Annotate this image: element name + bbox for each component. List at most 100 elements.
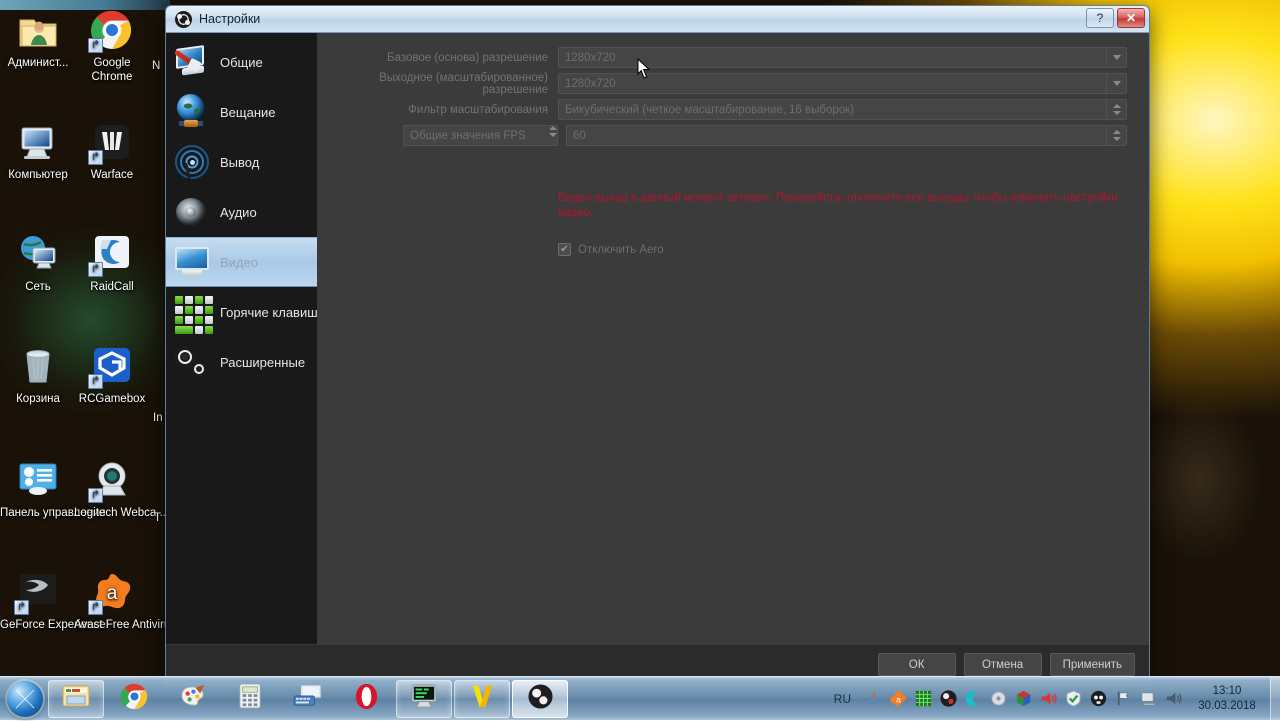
desktop-icon-google-chrome[interactable]: ↱ Google Chrome bbox=[74, 8, 150, 84]
desktop-icon-label: Корзина bbox=[16, 393, 60, 405]
network-icon[interactable] bbox=[1139, 689, 1158, 708]
avast-icon[interactable]: a bbox=[889, 689, 908, 708]
spinner-icon[interactable] bbox=[1106, 126, 1126, 145]
downscale-filter-row: Фильтр масштабирования Бикубический (чет… bbox=[328, 99, 1127, 120]
help-button[interactable]: ? bbox=[1086, 8, 1114, 28]
green-monitor-icon bbox=[409, 683, 439, 714]
logitech-icon[interactable] bbox=[964, 689, 983, 708]
show-desktop-button[interactable] bbox=[1270, 677, 1280, 721]
output-resolution-label: Выходное (масштабированное) разрешение bbox=[328, 72, 558, 96]
windows-logo-icon bbox=[7, 681, 43, 717]
apply-button[interactable]: Применить bbox=[1050, 653, 1135, 676]
raidcall-icon: ↱ bbox=[90, 232, 134, 276]
ok-button[interactable]: ОК bbox=[878, 653, 956, 676]
shortcut-arrow-icon: ↱ bbox=[88, 38, 103, 53]
sidebar-item-audio[interactable]: Аудио bbox=[166, 187, 317, 237]
cube-icon[interactable] bbox=[1014, 689, 1033, 708]
desktop-icon-label: Avast Free Antivirus bbox=[74, 619, 176, 631]
start-button[interactable] bbox=[3, 679, 47, 719]
chevron-down-icon[interactable] bbox=[1106, 48, 1126, 67]
sidebar-item-output[interactable]: Вывод bbox=[166, 137, 317, 187]
chrome-icon bbox=[120, 682, 149, 716]
sidebar-item-advanced[interactable]: Расширенные bbox=[166, 337, 317, 387]
obs-icon bbox=[527, 683, 554, 715]
desktop-icon-control-panel[interactable]: Панель управления bbox=[0, 458, 76, 520]
general-monitor-wrench-icon bbox=[172, 42, 212, 82]
green-grid-icon[interactable] bbox=[914, 689, 933, 708]
java-icon[interactable] bbox=[864, 689, 883, 708]
desktop-icon-avast[interactable]: a ↱ Avast Free Antivirus bbox=[74, 570, 150, 632]
volume-red-icon[interactable] bbox=[1039, 689, 1058, 708]
svg-text:a: a bbox=[107, 583, 118, 604]
spinner-icon[interactable] bbox=[1106, 100, 1126, 119]
desktop-icon-network[interactable]: Сеть bbox=[0, 232, 76, 294]
fps-type-selector[interactable]: Общие значения FPS bbox=[403, 125, 558, 146]
sidebar-item-label: Вещание bbox=[220, 105, 276, 120]
rcgamebox-icon: ↱ bbox=[90, 344, 134, 388]
taskbar-chrome[interactable] bbox=[106, 680, 162, 718]
sidebar-item-general[interactable]: Общие bbox=[166, 37, 317, 87]
taskbar-monitor-app[interactable] bbox=[396, 680, 452, 718]
taskbar-explorer[interactable] bbox=[48, 680, 104, 718]
desktop-icon-logitech-webcam[interactable]: ↱ Logitech Webca... bbox=[74, 458, 150, 520]
paint-palette-icon bbox=[178, 682, 207, 716]
close-button[interactable]: ✕ bbox=[1117, 8, 1145, 28]
sidebar-item-label: Горячие клавиши bbox=[220, 305, 317, 320]
system-tray[interactable]: RU a bbox=[824, 677, 1268, 721]
obs-tray-icon[interactable] bbox=[939, 689, 958, 708]
taskbar-obs[interactable] bbox=[512, 680, 568, 718]
sidebar-item-label: Общие bbox=[220, 55, 263, 70]
desktop-icon-computer[interactable]: Компьютер bbox=[0, 120, 76, 182]
fps-label: Общие значения FPS bbox=[404, 126, 549, 145]
sidebar-item-hotkeys[interactable]: Горячие клавиши bbox=[166, 287, 317, 337]
hotkeys-keyboard-icon bbox=[172, 292, 212, 332]
fps-row: Общие значения FPS 60 bbox=[328, 125, 1127, 146]
obs-settings-window[interactable]: Настройки ? ✕ Общие Вещание bbox=[165, 5, 1150, 685]
shield-check-icon[interactable] bbox=[1064, 689, 1083, 708]
window-body: Общие Вещание Вывод Аудио bbox=[166, 33, 1149, 644]
desktop-icon-rcgamebox[interactable]: ↱ RCGamebox bbox=[74, 344, 150, 406]
volume-icon[interactable] bbox=[1164, 689, 1183, 708]
disc-icon[interactable] bbox=[989, 689, 1008, 708]
chrome-icon: ↱ bbox=[90, 8, 134, 52]
calculator-icon bbox=[238, 682, 262, 715]
taskbar-v-app[interactable] bbox=[454, 680, 510, 718]
downscale-filter-label: Фильтр масштабирования bbox=[328, 104, 558, 116]
desktop-icon-administrator[interactable]: Админист... bbox=[0, 8, 76, 70]
flag-icon[interactable] bbox=[1114, 689, 1133, 708]
spinner-icon[interactable] bbox=[549, 126, 557, 145]
taskbar-keyboard[interactable] bbox=[280, 680, 336, 718]
taskbar[interactable]: RU a bbox=[0, 676, 1280, 720]
computer-icon bbox=[16, 120, 60, 164]
taskbar-calculator[interactable] bbox=[222, 680, 278, 718]
taskbar-paint[interactable] bbox=[164, 680, 220, 718]
desktop-icon-label: Админист... bbox=[8, 57, 69, 69]
taskbar-opera[interactable] bbox=[338, 680, 394, 718]
audio-speaker-icon bbox=[172, 192, 212, 232]
desktop-icon-warface[interactable]: ↱ Warface bbox=[74, 120, 150, 182]
fps-value-spinbox[interactable]: 60 bbox=[566, 125, 1127, 146]
base-resolution-dropdown[interactable]: 1280x720 bbox=[558, 47, 1127, 68]
sidebar-item-label: Видео bbox=[220, 255, 258, 270]
output-resolution-dropdown[interactable]: 1280x720 bbox=[558, 73, 1127, 94]
chevron-down-icon[interactable] bbox=[1106, 74, 1126, 93]
disable-aero-row[interactable]: ✔ Отключить Aero bbox=[558, 243, 1127, 256]
clock[interactable]: 13:10 30.03.2018 bbox=[1186, 684, 1264, 714]
sidebar-item-video[interactable]: Видео bbox=[166, 237, 317, 287]
skull-icon[interactable] bbox=[1089, 689, 1108, 708]
sidebar-item-broadcast[interactable]: Вещание bbox=[166, 87, 317, 137]
desktop-icon-recycle-bin[interactable]: Корзина bbox=[0, 344, 76, 406]
cancel-button[interactable]: Отмена bbox=[964, 653, 1042, 676]
disable-aero-label: Отключить Aero bbox=[578, 244, 664, 256]
settings-sidebar[interactable]: Общие Вещание Вывод Аудио bbox=[166, 33, 318, 644]
downscale-filter-spinbox[interactable]: Бикубический (четкое масштабирование, 16… bbox=[558, 99, 1127, 120]
desktop-icon-raidcall[interactable]: ↱ RaidCall bbox=[74, 232, 150, 294]
desktop-icon-geforce-experience[interactable]: ↱ GeForce Experience bbox=[0, 570, 76, 632]
downscale-filter-value: Бикубический (четкое масштабирование, 16… bbox=[559, 100, 1106, 119]
disable-aero-checkbox[interactable]: ✔ bbox=[558, 243, 571, 256]
language-indicator[interactable]: RU bbox=[824, 692, 861, 706]
recycle-bin-icon bbox=[16, 344, 60, 388]
geforce-icon: ↱ bbox=[16, 570, 60, 614]
window-titlebar[interactable]: Настройки ? ✕ bbox=[166, 6, 1149, 33]
obs-logo-icon bbox=[175, 11, 192, 28]
